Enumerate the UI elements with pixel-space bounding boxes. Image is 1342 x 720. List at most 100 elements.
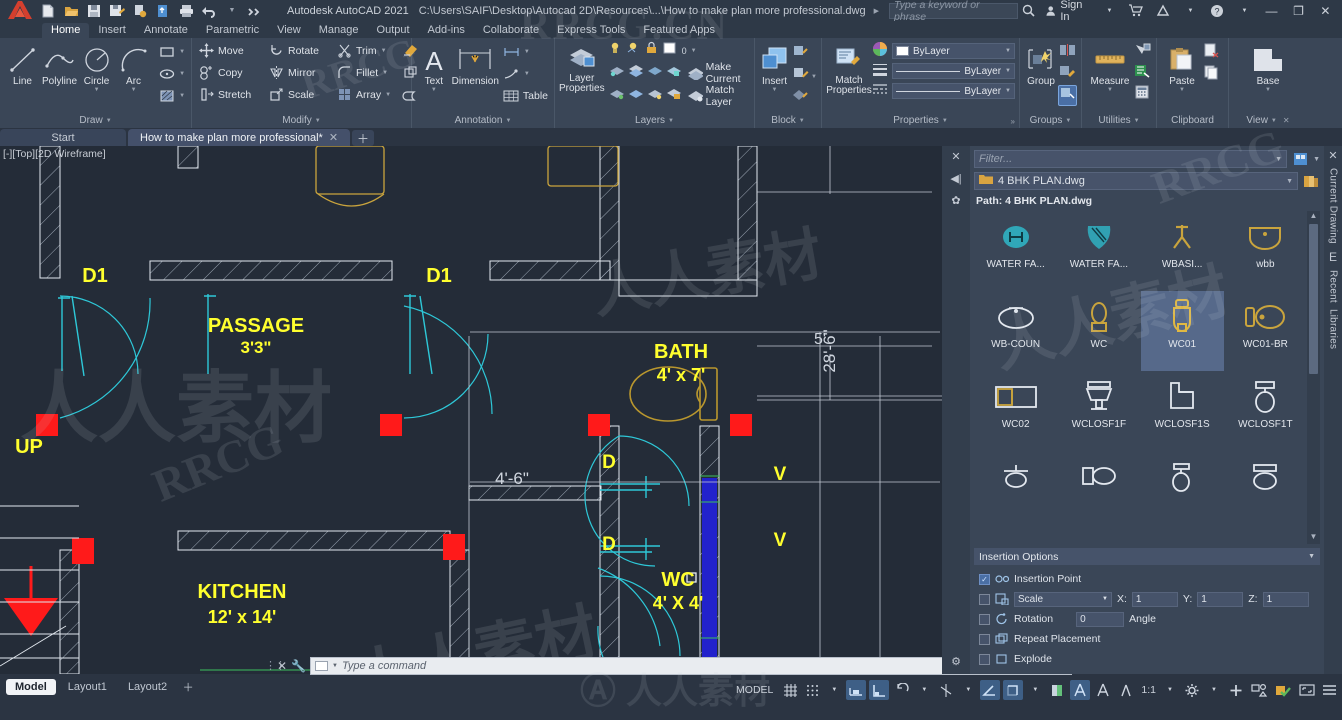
- grid-display-toggle[interactable]: [781, 680, 800, 700]
- draw-circle-button[interactable]: Circle ▼: [78, 41, 115, 93]
- shopping-cart-icon[interactable]: [1126, 0, 1147, 21]
- new-icon[interactable]: [38, 1, 58, 20]
- annotation-linear-dim-button[interactable]: ▼: [501, 41, 550, 62]
- explode-checkbox[interactable]: [979, 653, 990, 665]
- ribbon-tab-manage[interactable]: Manage: [310, 23, 368, 38]
- app-dropdown-icon[interactable]: ▼: [1180, 0, 1201, 21]
- sign-in-dropdown-icon[interactable]: ▼: [1099, 0, 1120, 21]
- palette-options-icon[interactable]: ⚙: [951, 655, 961, 668]
- object-snap-toggle[interactable]: [980, 680, 1001, 700]
- block-item[interactable]: WATER FA...: [974, 211, 1057, 291]
- save-as-icon[interactable]: [107, 1, 127, 20]
- repeat-placement-row[interactable]: Repeat Placement: [979, 629, 1315, 649]
- draw-rectangle-button[interactable]: ▼: [156, 41, 187, 62]
- ribbon-tab-addins[interactable]: Add-ins: [419, 23, 474, 38]
- polar-dropdown-icon[interactable]: ▼: [915, 680, 933, 700]
- autodesk-app-icon[interactable]: [1153, 0, 1174, 21]
- linear-dim-dropdown-icon[interactable]: ▼: [524, 49, 530, 55]
- filter-dropdown-icon[interactable]: ▼: [1275, 156, 1282, 163]
- ribbon-tab-insert[interactable]: Insert: [89, 23, 135, 38]
- restore-button[interactable]: ❐: [1288, 0, 1309, 21]
- draw-panel-title[interactable]: Draw ▼: [0, 113, 191, 128]
- hardware-acceleration-icon[interactable]: [1226, 680, 1246, 700]
- layer-list-dropdown-icon[interactable]: ▼: [691, 48, 697, 54]
- scale-y-input[interactable]: 1: [1197, 591, 1244, 607]
- layer-properties-button[interactable]: Layer Properties: [559, 40, 605, 94]
- command-dropdown-icon[interactable]: ▼: [332, 663, 338, 669]
- redo-icon[interactable]: [245, 1, 265, 20]
- layer-isolate-icon[interactable]: [608, 86, 625, 106]
- doc-path-dropdown-icon[interactable]: ▶: [874, 7, 879, 15]
- polar-tracking-toggle[interactable]: [892, 680, 912, 700]
- block-item[interactable]: WATER FA...: [1057, 211, 1140, 291]
- model-space-button[interactable]: MODEL: [731, 680, 778, 700]
- clipboard-panel-title[interactable]: Clipboard: [1157, 113, 1228, 128]
- text-dropdown-icon[interactable]: ▼: [431, 87, 437, 93]
- annotation-scale-dropdown-icon[interactable]: ▼: [1161, 680, 1179, 700]
- lineweight-stack-icon[interactable]: [872, 61, 888, 82]
- layout-tab-layout1[interactable]: Layout1: [59, 679, 116, 695]
- array-dropdown-icon[interactable]: ▼: [385, 92, 391, 98]
- block-attribute-icon[interactable]: [791, 87, 810, 107]
- calculator-icon[interactable]: [1134, 85, 1151, 104]
- annotation-leader-button[interactable]: ▼: [501, 63, 550, 84]
- block-item[interactable]: wbb: [1224, 211, 1307, 291]
- annotation-table-button[interactable]: Table: [501, 85, 550, 106]
- dock-tab-libraries[interactable]: Libraries: [1328, 309, 1339, 349]
- undo-icon[interactable]: [199, 1, 219, 20]
- layer-on-icon[interactable]: [608, 41, 623, 60]
- draw-line-button[interactable]: Line: [4, 41, 41, 87]
- palette-properties-menu-icon[interactable]: ✿: [951, 194, 960, 207]
- dock-strip-close-icon[interactable]: ✕: [1328, 149, 1337, 162]
- rotation-angle-input[interactable]: 0: [1076, 611, 1125, 627]
- modify-scale-button[interactable]: Scale: [266, 84, 334, 105]
- workspace-gear-icon[interactable]: [1182, 680, 1202, 700]
- annotation-scale-button[interactable]: 1:1: [1139, 680, 1158, 700]
- insert-block-button[interactable]: Insert ▼: [759, 41, 790, 93]
- block-item[interactable]: [974, 451, 1057, 531]
- scale-z-input[interactable]: 1: [1262, 591, 1309, 607]
- command-line-grip-icon[interactable]: ⋮⋮: [265, 659, 286, 673]
- ribbon-tab-output[interactable]: Output: [368, 23, 419, 38]
- ribbon-tab-collaborate[interactable]: Collaborate: [474, 23, 548, 38]
- measure-button[interactable]: Measure ▼: [1086, 41, 1134, 93]
- draw-arc-button[interactable]: Arc ▼: [115, 41, 152, 93]
- lineweight-toggle[interactable]: [1003, 680, 1024, 700]
- sign-in-button[interactable]: Sign In: [1045, 0, 1093, 23]
- blocks-grid[interactable]: WATER FA... WATER FA... WBASI... wbb WB-…: [974, 211, 1307, 544]
- doc-tab-start[interactable]: Start: [0, 129, 126, 146]
- modify-rotate-button[interactable]: Rotate: [266, 40, 334, 61]
- match-properties-button[interactable]: Match Properties: [826, 40, 872, 96]
- block-item[interactable]: [1224, 451, 1307, 531]
- new-document-tab-button[interactable]: ＋: [352, 130, 375, 146]
- scroll-down-arrow-icon[interactable]: ▼: [1310, 532, 1318, 544]
- drawing-canvas[interactable]: [-][Top][2D Wireframe] PASSAGE 3'3" KITC…: [0, 146, 942, 674]
- group-button[interactable]: Group: [1024, 41, 1058, 87]
- extract-data-icon[interactable]: [1134, 64, 1151, 83]
- scroll-up-arrow-icon[interactable]: ▲: [1310, 211, 1318, 223]
- match-layer-button[interactable]: Match Layer: [684, 84, 750, 108]
- palette-view-options-icon[interactable]: [1291, 150, 1309, 168]
- paste-dropdown-icon[interactable]: ▼: [1179, 87, 1185, 93]
- dock-tab-recent[interactable]: Recent: [1328, 270, 1339, 303]
- browse-blocks-icon[interactable]: [1302, 172, 1320, 190]
- modify-mirror-button[interactable]: Mirror: [266, 62, 334, 83]
- layer-state-icon-2[interactable]: [627, 63, 644, 83]
- add-layout-button[interactable]: ＋: [179, 679, 197, 695]
- open-icon[interactable]: [61, 1, 81, 20]
- modify-stretch-button[interactable]: Stretch: [196, 84, 266, 105]
- undo-dropdown-icon[interactable]: ▼: [222, 1, 242, 20]
- palette-view-dropdown-icon[interactable]: ▼: [1313, 156, 1320, 163]
- layer-color-icon[interactable]: [662, 41, 679, 60]
- blocks-source-combo[interactable]: 4 BHK PLAN.dwg ▼: [974, 172, 1298, 190]
- modify-panel-title[interactable]: Modify ▼: [192, 113, 411, 128]
- ribbon-tab-express-tools[interactable]: Express Tools: [548, 23, 634, 38]
- doc-tab-close-icon[interactable]: ✕: [329, 131, 338, 144]
- linetype-icon[interactable]: [872, 81, 888, 102]
- rotation-row[interactable]: Rotation 0 Angle: [979, 609, 1315, 629]
- layer-off-icon[interactable]: [627, 86, 644, 106]
- group-selection-icon[interactable]: [1058, 85, 1077, 106]
- linetype-combo[interactable]: ByLayer ▼: [892, 83, 1015, 99]
- modify-array-button[interactable]: Array ▼: [334, 84, 400, 105]
- view-panel-title[interactable]: View ▼ ✕: [1229, 113, 1307, 128]
